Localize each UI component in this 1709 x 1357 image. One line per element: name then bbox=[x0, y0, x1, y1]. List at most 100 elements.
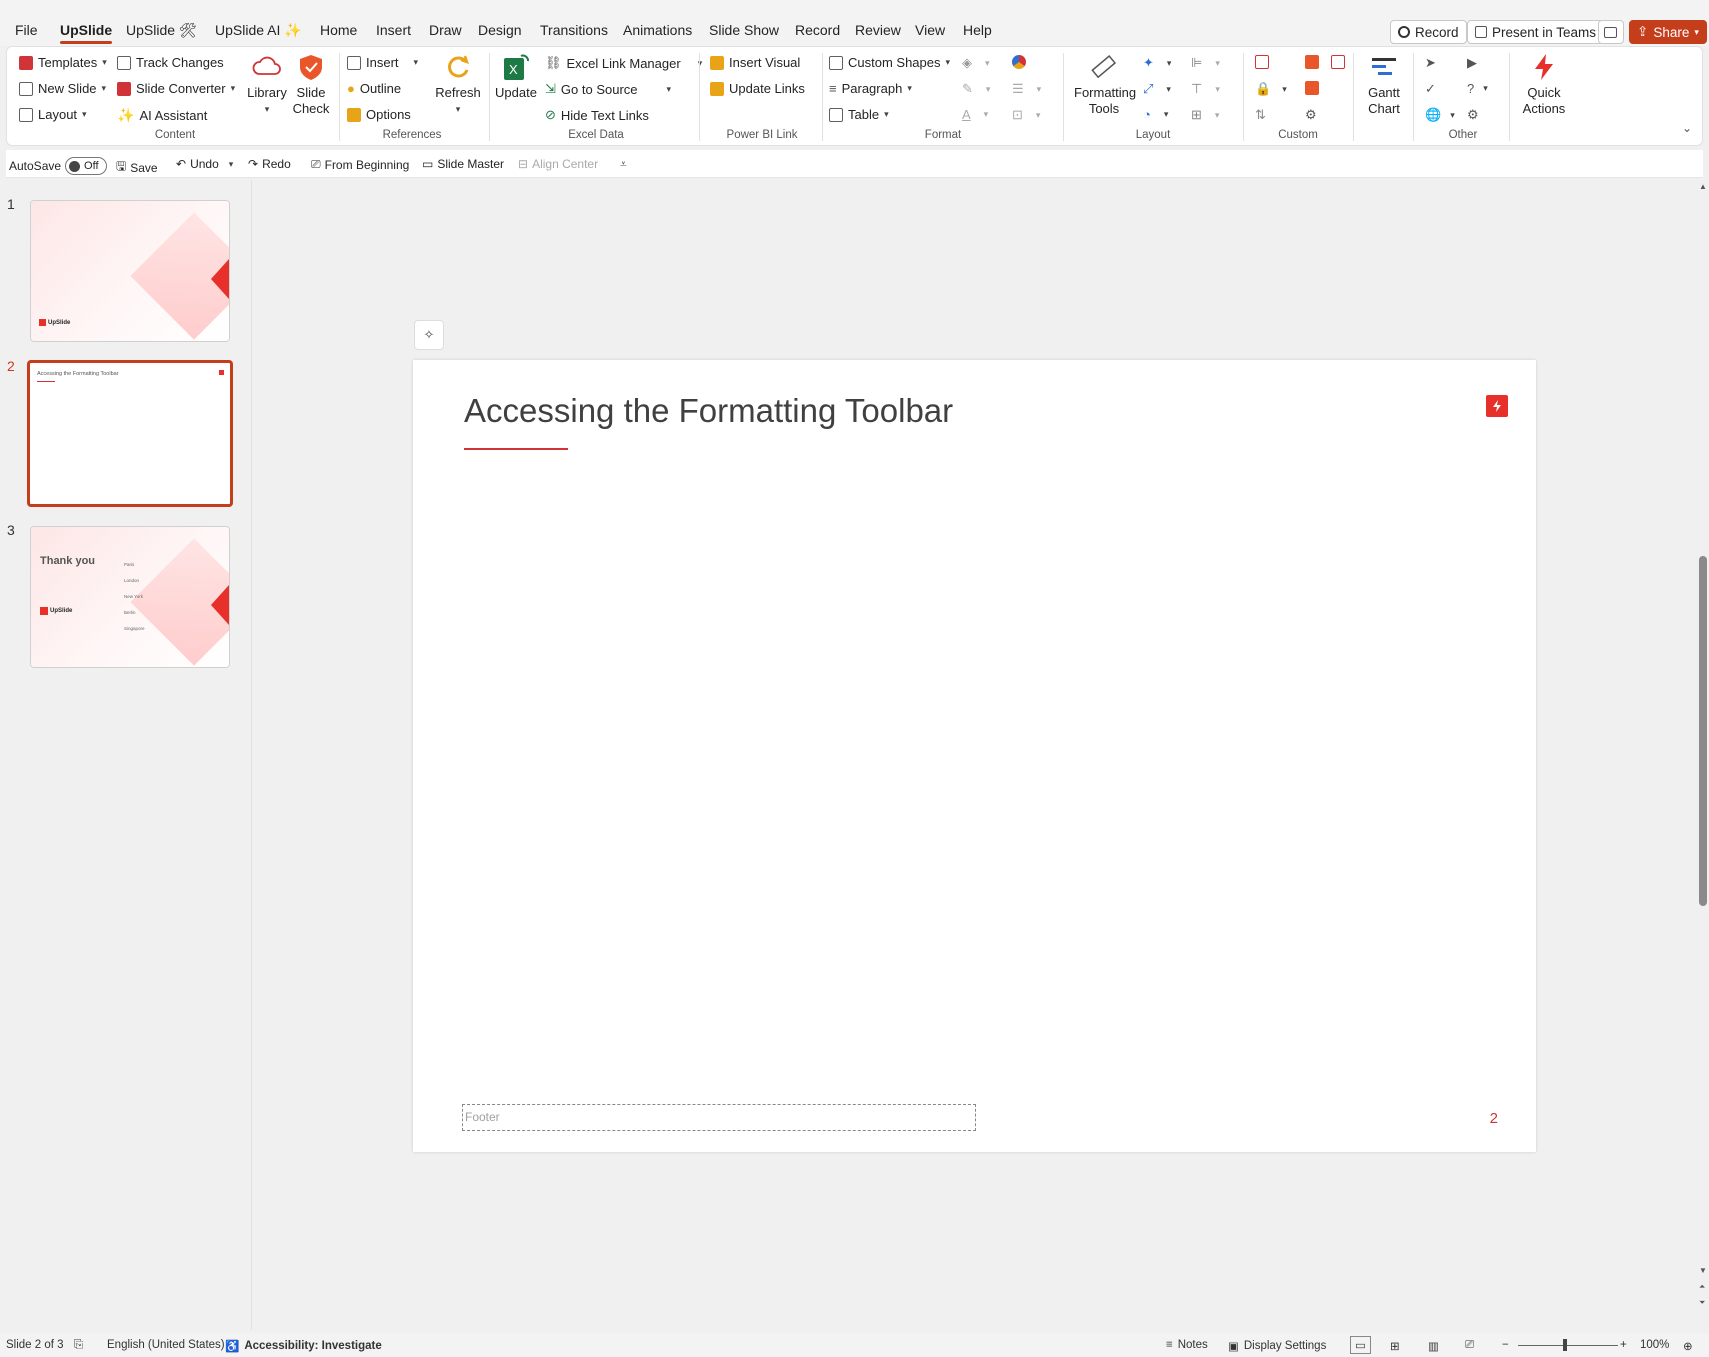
custom-red-2-button[interactable] bbox=[1331, 55, 1345, 69]
tab-record[interactable]: Record bbox=[795, 22, 840, 38]
save-button[interactable]: 🖫 Save bbox=[116, 157, 158, 178]
record-button[interactable]: Record bbox=[1390, 20, 1467, 44]
slide-master-button[interactable]: ▭ Slide Master bbox=[422, 157, 504, 171]
notes-button[interactable]: ≡ Notes bbox=[1166, 1339, 1208, 1351]
go-to-source-button[interactable]: ⇲ Go to Source ▾ bbox=[545, 81, 671, 97]
slideshow-button[interactable]: ⎚ bbox=[1465, 1339, 1474, 1352]
track-changes-button[interactable]: Track Changes bbox=[117, 55, 224, 70]
check-button[interactable]: ✓ bbox=[1425, 81, 1436, 97]
send-button[interactable]: ➤ bbox=[1425, 55, 1436, 71]
zoom-level[interactable]: 100% bbox=[1640, 1339, 1669, 1351]
tab-transitions[interactable]: Transitions bbox=[540, 22, 608, 38]
slide-thumbnail-1[interactable]: UpSlide bbox=[30, 200, 230, 342]
fit-slide-icon[interactable]: ⊕ bbox=[1683, 1339, 1693, 1353]
quick-actions-button[interactable]: Quick Actions bbox=[1515, 51, 1573, 117]
tab-draw[interactable]: Draw bbox=[429, 22, 462, 38]
magic-wand-button[interactable]: ✦ ▾ bbox=[1143, 55, 1171, 71]
library-button[interactable]: Library ▾ bbox=[243, 51, 291, 117]
help-button[interactable]: ? ▾ bbox=[1467, 81, 1488, 96]
scroll-down-icon[interactable]: ▼ bbox=[1699, 1266, 1707, 1275]
from-beginning-button[interactable]: ⎚ From Beginning bbox=[311, 157, 409, 172]
zoom-out-button[interactable]: − bbox=[1502, 1339, 1509, 1351]
zoom-slider-track[interactable] bbox=[1518, 1345, 1618, 1346]
globe-button[interactable]: 🌐 ▾ bbox=[1425, 107, 1455, 123]
collapse-ribbon-icon[interactable]: ⌄ bbox=[1682, 121, 1692, 135]
tab-file[interactable]: File bbox=[15, 22, 38, 38]
autosave-control[interactable]: AutoSave Off bbox=[9, 157, 108, 175]
share-button[interactable]: ⇪ Share ▾ bbox=[1629, 20, 1707, 44]
designer-button[interactable]: ✧ bbox=[414, 320, 444, 350]
next-slide-icon[interactable]: ⏷ bbox=[1699, 1298, 1705, 1308]
slide-sorter-button[interactable]: ⊞ bbox=[1390, 1339, 1400, 1353]
reading-view-button[interactable]: ▥ bbox=[1428, 1339, 1439, 1353]
lock-button[interactable]: 🔒 ▾ bbox=[1255, 81, 1287, 97]
tab-insert[interactable]: Insert bbox=[376, 22, 411, 38]
previous-slide-icon[interactable]: ⏶ bbox=[1699, 1282, 1705, 1292]
paragraph-button[interactable]: ≡ Paragraph ▾ bbox=[829, 81, 912, 96]
tab-home[interactable]: Home bbox=[320, 22, 357, 38]
tab-help[interactable]: Help bbox=[963, 22, 992, 38]
align-text-button[interactable]: ☰ ▾ bbox=[1012, 81, 1041, 97]
tab-design[interactable]: Design bbox=[478, 22, 522, 38]
custom-red-1-button[interactable] bbox=[1255, 55, 1269, 69]
present-in-teams-button[interactable]: Present in Teams bbox=[1467, 20, 1605, 44]
slide-title[interactable]: Accessing the Formatting Toolbar bbox=[464, 392, 953, 430]
formatting-tools-button[interactable]: Formatting Tools bbox=[1069, 51, 1139, 117]
redo-button[interactable]: ↷ Redo bbox=[248, 157, 291, 171]
vertical-scrollbar[interactable]: ▲ ▼ ⏶ ⏷ bbox=[1697, 180, 1709, 1330]
custom-settings-button[interactable]: ⚙ bbox=[1305, 107, 1317, 123]
font-color-button[interactable]: A ▾ bbox=[962, 107, 988, 122]
scrollbar-thumb[interactable] bbox=[1699, 556, 1707, 906]
slide-converter-button[interactable]: Slide Converter ▾ bbox=[117, 81, 235, 96]
slide-thumbnail-3[interactable]: Thank you UpSlide Paris London New York … bbox=[30, 526, 230, 668]
custom-sticky-button[interactable] bbox=[1305, 55, 1319, 69]
stack-button[interactable] bbox=[1305, 81, 1319, 95]
other-settings-button[interactable]: ⚙ bbox=[1467, 107, 1479, 123]
layout-button[interactable]: Layout ▾ bbox=[19, 107, 87, 122]
resize-button[interactable]: ⤢ ▾ bbox=[1143, 81, 1171, 97]
undo-button[interactable]: ↶ Undo ▾ bbox=[176, 157, 233, 171]
tab-upslide-ai[interactable]: UpSlide AI ✨ bbox=[215, 22, 302, 39]
display-settings-button[interactable]: ▣ Display Settings bbox=[1228, 1339, 1326, 1353]
footer-placeholder[interactable]: Footer bbox=[462, 1104, 976, 1131]
fill-color-button[interactable]: ◈ ▾ bbox=[962, 55, 990, 71]
tab-upslide[interactable]: UpSlide bbox=[60, 22, 113, 44]
gantt-chart-button[interactable]: Gantt Chart bbox=[1361, 51, 1407, 117]
line-color-button[interactable]: ✎ ▾ bbox=[962, 81, 990, 97]
language-status[interactable]: English (United States) bbox=[107, 1339, 225, 1351]
custom-shapes-button[interactable]: Custom Shapes ▾ bbox=[829, 55, 950, 70]
spelling-icon[interactable]: ⎘ bbox=[74, 1339, 83, 1352]
insert-visual-button[interactable]: Insert Visual bbox=[710, 55, 800, 70]
tab-view[interactable]: View bbox=[915, 22, 945, 38]
templates-button[interactable]: Templates ▾ bbox=[19, 55, 107, 70]
hide-text-links-button[interactable]: ⊘ Hide Text Links bbox=[545, 107, 649, 123]
refresh-button[interactable]: Refresh ▾ bbox=[435, 51, 481, 117]
customize-toolbar-button[interactable]: ⩡ bbox=[620, 157, 627, 172]
shape-button[interactable]: ◔ ▾ bbox=[1143, 107, 1168, 122]
align-top-button[interactable]: ⊤ ▾ bbox=[1191, 81, 1220, 97]
update-links-button[interactable]: Update Links bbox=[710, 81, 805, 96]
accessibility-status[interactable]: ♿ Accessibility: Investigate bbox=[225, 1339, 382, 1353]
new-slide-button[interactable]: New Slide ▾ bbox=[19, 81, 106, 96]
distribute-button[interactable]: ⊞ ▾ bbox=[1191, 107, 1219, 123]
sort-button[interactable]: ⇅ bbox=[1255, 107, 1266, 123]
normal-view-button[interactable]: ▭ bbox=[1350, 1336, 1371, 1354]
comments-button[interactable] bbox=[1598, 20, 1624, 44]
text-box-button[interactable]: ⊡ ▾ bbox=[1012, 107, 1040, 123]
outline-button[interactable]: ● Outline bbox=[347, 81, 401, 96]
tab-animations[interactable]: Animations bbox=[623, 22, 692, 38]
slide-check-button[interactable]: Slide Check bbox=[290, 51, 332, 117]
zoom-in-button[interactable]: + bbox=[1620, 1339, 1627, 1351]
autosave-toggle[interactable]: Off bbox=[65, 157, 108, 175]
scroll-up-icon[interactable]: ▲ bbox=[1699, 182, 1707, 191]
ai-assistant-button[interactable]: ✨ AI Assistant bbox=[117, 107, 207, 124]
current-slide[interactable]: Accessing the Formatting Toolbar Footer … bbox=[413, 360, 1536, 1152]
update-button[interactable]: X Update bbox=[493, 51, 539, 101]
excel-link-manager-button[interactable]: ⛓Excel Link Manager▾ bbox=[545, 55, 702, 71]
table-button[interactable]: Table ▾ bbox=[829, 107, 889, 122]
chart-colors-button[interactable] bbox=[1012, 55, 1026, 69]
align-center-button[interactable]: ⊟ Align Center bbox=[518, 157, 598, 171]
align-left-button[interactable]: ⊫ ▾ bbox=[1191, 55, 1220, 71]
play-button[interactable]: ▶ bbox=[1467, 55, 1477, 71]
insert-reference-button[interactable]: Insert ▾ bbox=[347, 55, 418, 70]
